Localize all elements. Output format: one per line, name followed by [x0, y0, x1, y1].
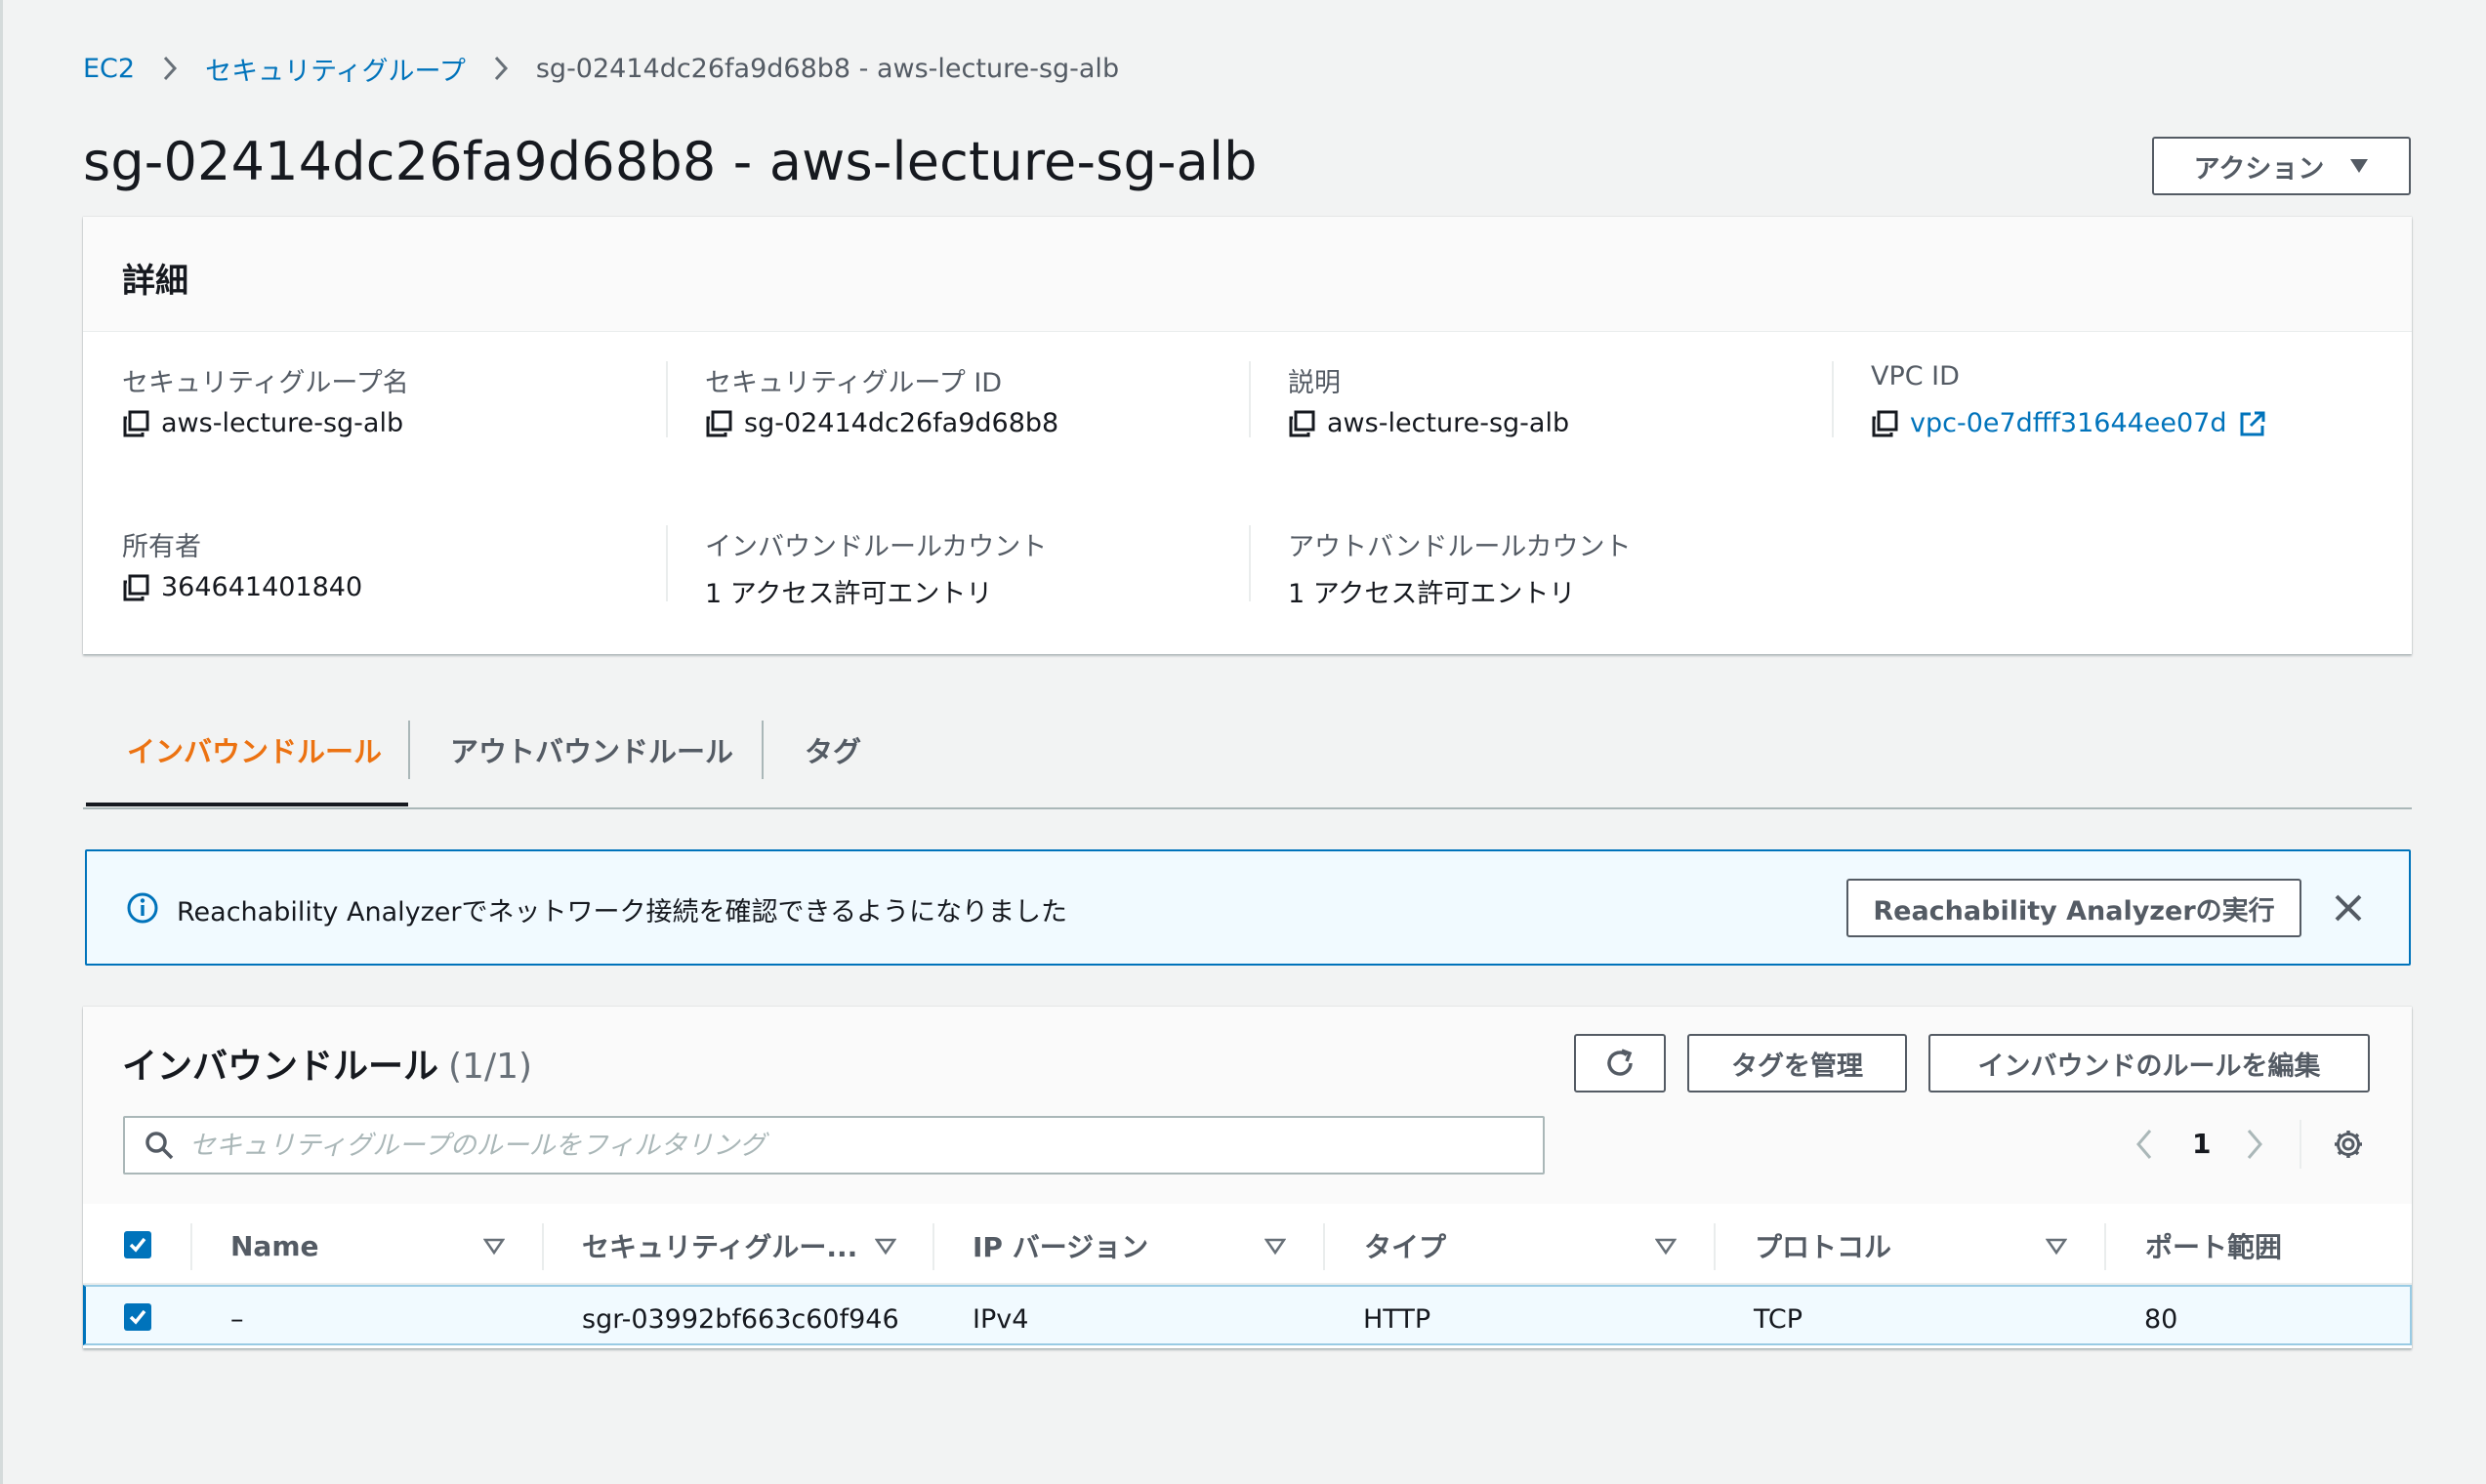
pagination-divider	[2300, 1120, 2301, 1169]
edit-inbound-rules-button[interactable]: インバウンドのルールを編集	[1928, 1034, 2370, 1092]
manage-tags-button[interactable]: タグを管理	[1687, 1034, 1907, 1092]
chevron-left-icon[interactable]	[2134, 1128, 2154, 1161]
active-tab-indicator	[86, 803, 408, 806]
tab-outbound-rules[interactable]: アウトバウンドルール	[450, 721, 733, 779]
copy-icon[interactable]	[1871, 410, 1898, 437]
table-count: (1/1)	[448, 1047, 533, 1087]
description-value: aws-lecture-sg-alb	[1288, 408, 1569, 438]
vpc-id-label: VPC ID	[1871, 361, 1960, 392]
row-checkbox[interactable]	[124, 1303, 151, 1331]
chevron-right-icon[interactable]	[2245, 1128, 2264, 1161]
alert-message: Reachability Analyzerでネットワーク接続を確認できるようにな…	[177, 897, 1067, 928]
copy-icon[interactable]	[122, 410, 149, 437]
copy-icon[interactable]	[1288, 410, 1315, 437]
column-header-rule-id[interactable]: セキュリティグルー...	[582, 1228, 857, 1263]
sort-caret-icon[interactable]	[1264, 1238, 1287, 1259]
owner-label: 所有者	[122, 532, 201, 562]
description-text: aws-lecture-sg-alb	[1327, 408, 1570, 438]
column-header-ip-version[interactable]: IP バージョン	[973, 1228, 1148, 1263]
rules-search	[123, 1116, 1545, 1175]
column-header-type[interactable]: タイプ	[1364, 1228, 1446, 1263]
inbound-rule-count-value: 1 アクセス許可エントリ	[705, 579, 993, 609]
vpc-id-link[interactable]: vpc-0e7dfff31644ee07d	[1910, 408, 2227, 438]
tab-tags[interactable]: タグ	[805, 721, 861, 779]
gear-icon[interactable]	[2332, 1128, 2365, 1161]
description-label: 説明	[1288, 368, 1341, 398]
column-header-protocol[interactable]: プロトコル	[1755, 1228, 1891, 1263]
security-group-name-text: aws-lecture-sg-alb	[161, 408, 404, 438]
page-number[interactable]: 1	[2192, 1128, 2211, 1160]
column-divider	[542, 1223, 544, 1270]
sort-caret-icon[interactable]	[1654, 1238, 1678, 1259]
details-panel-header: 詳細	[83, 217, 2412, 332]
table-title-text: インバウンドルール	[122, 1047, 439, 1087]
reachability-info-alert: Reachability Analyzerでネットワーク接続を確認できるようにな…	[85, 849, 2411, 966]
column-header-name[interactable]: Name	[230, 1228, 319, 1263]
actions-dropdown-button[interactable]: アクション	[2152, 137, 2411, 195]
details-title: 詳細	[122, 262, 188, 301]
security-group-id-label: セキュリティグループ ID	[705, 368, 1003, 398]
sort-caret-icon[interactable]	[874, 1238, 897, 1259]
breadcrumb: EC2 セキュリティグループ sg-02414dc26fa9d68b8 - aw…	[83, 50, 1120, 88]
tab-divider	[762, 721, 764, 779]
sort-caret-icon[interactable]	[2045, 1238, 2068, 1259]
search-icon	[145, 1131, 174, 1160]
column-divider	[190, 1223, 192, 1270]
inbound-rules-container: インバウンドルール (1/1) タグを管理 インバウンドのルールを編集 1	[83, 1007, 2412, 1348]
breadcrumb-current: sg-02414dc26fa9d68b8 - aws-lecture-sg-al…	[535, 53, 1120, 84]
column-divider	[1832, 361, 1834, 437]
cell-protocol: TCP	[1754, 1303, 1803, 1335]
details-panel: 詳細 セキュリティグループ名 aws-lecture-sg-alb セキュリティ…	[83, 217, 2412, 654]
actions-label: アクション	[2193, 153, 2325, 185]
security-group-id-text: sg-02414dc26fa9d68b8	[744, 408, 1059, 438]
tab-divider	[408, 721, 410, 779]
tab-inbound-rules[interactable]: インバウンドルール	[127, 721, 382, 779]
run-reachability-analyzer-button[interactable]: Reachability Analyzerの実行	[1846, 879, 2301, 937]
security-group-name-label: セキュリティグループ名	[122, 368, 409, 398]
outbound-rule-count-label: アウトバンドルールカウント	[1288, 532, 1632, 562]
breadcrumb-ec2-link[interactable]: EC2	[83, 54, 135, 84]
security-group-id-value: sg-02414dc26fa9d68b8	[705, 408, 1058, 438]
external-link-icon[interactable]	[2239, 410, 2266, 437]
page-title: sg-02414dc26fa9d68b8 - aws-lecture-sg-al…	[83, 131, 1258, 192]
chevron-right-icon	[162, 55, 178, 82]
copy-icon[interactable]	[122, 574, 149, 601]
column-divider	[666, 525, 668, 601]
column-divider	[1323, 1223, 1325, 1270]
inbound-rule-count-label: インバウンドルールカウント	[705, 532, 1048, 562]
vpc-id-value: vpc-0e7dfff31644ee07d	[1871, 408, 2266, 438]
table-title: インバウンドルール (1/1)	[122, 1038, 532, 1089]
column-header-port-range[interactable]: ポート範囲	[2145, 1228, 2282, 1263]
caret-down-icon	[2349, 158, 2369, 174]
cell-ip-version: IPv4	[973, 1303, 1029, 1335]
column-divider	[1714, 1223, 1716, 1270]
owner-text: 364641401840	[161, 572, 363, 602]
cell-rule-id: sgr-03992bf663c60f946	[582, 1303, 899, 1335]
cell-port-range: 80	[2144, 1303, 2178, 1335]
column-divider	[1249, 525, 1251, 601]
close-icon[interactable]	[2333, 892, 2364, 924]
column-divider	[932, 1223, 934, 1270]
security-group-name-value: aws-lecture-sg-alb	[122, 408, 403, 438]
column-divider	[666, 361, 668, 437]
select-all-checkbox[interactable]	[124, 1231, 151, 1258]
refresh-button[interactable]	[1574, 1034, 1666, 1092]
table-row[interactable]	[83, 1285, 2412, 1345]
outbound-rule-count-value: 1 アクセス許可エントリ	[1288, 579, 1576, 609]
refresh-icon	[1602, 1046, 1637, 1081]
column-divider	[1249, 361, 1251, 437]
tabs-baseline	[83, 807, 2412, 809]
cell-type: HTTP	[1363, 1303, 1431, 1335]
cell-name: –	[230, 1303, 244, 1335]
copy-icon[interactable]	[705, 410, 732, 437]
breadcrumb-security-groups-link[interactable]: セキュリティグループ	[205, 50, 466, 88]
chevron-right-icon	[493, 55, 509, 82]
info-icon	[126, 891, 159, 928]
search-input[interactable]	[189, 1130, 1498, 1161]
column-divider	[2104, 1223, 2106, 1270]
sort-caret-icon[interactable]	[482, 1238, 506, 1259]
owner-value: 364641401840	[122, 572, 362, 602]
